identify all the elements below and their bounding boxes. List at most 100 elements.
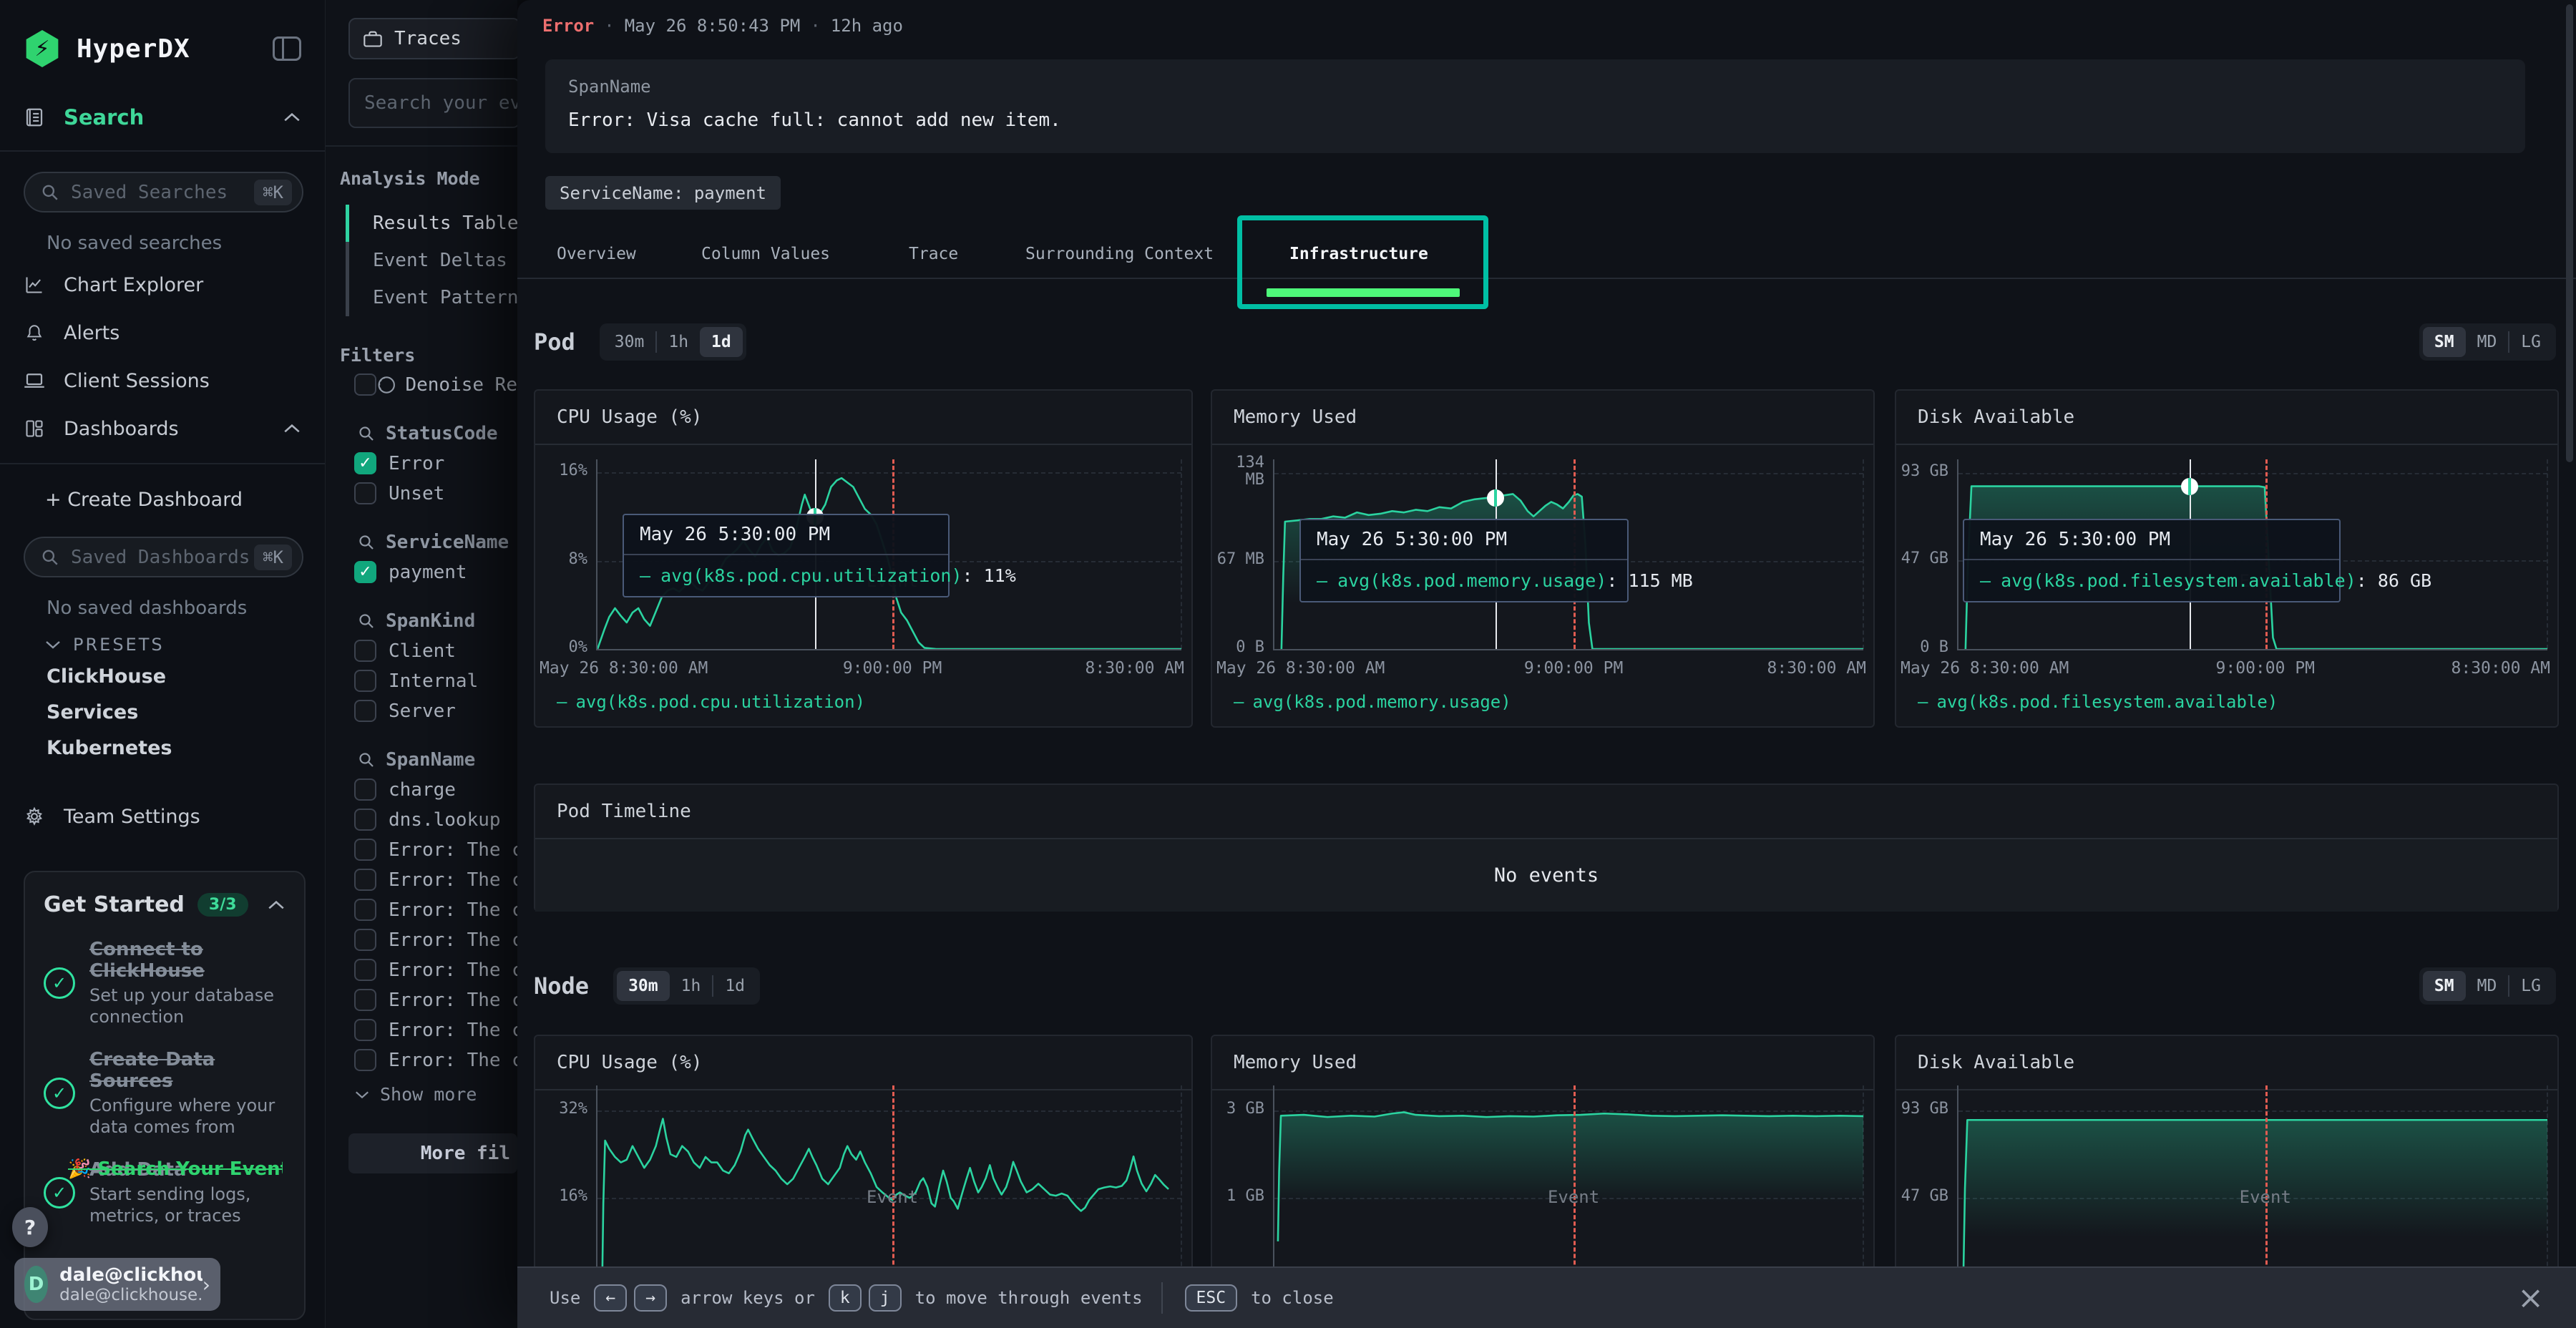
preset-kubernetes[interactable]: Kubernetes — [47, 733, 325, 762]
segment-30m[interactable]: 30m — [617, 971, 670, 1001]
k-key[interactable]: k — [829, 1284, 862, 1312]
filter-option[interactable]: Internal — [354, 670, 517, 692]
checkbox[interactable] — [354, 929, 376, 951]
checkbox[interactable] — [354, 899, 376, 921]
denoise-filter[interactable]: Denoise Re — [354, 374, 517, 396]
checkbox[interactable] — [354, 374, 376, 396]
show-more-button[interactable]: Show more — [354, 1084, 517, 1105]
filter-option[interactable]: Error: The cr — [354, 959, 517, 981]
filter-option[interactable]: Client — [354, 640, 517, 662]
checkbox[interactable] — [354, 700, 376, 722]
filter-option[interactable]: ✓Error — [354, 452, 517, 474]
analysis-mode-event-deltas[interactable]: Event Deltas — [346, 242, 517, 279]
j-key[interactable]: j — [869, 1284, 902, 1312]
get-started-item-title: Connect to ClickHouse — [89, 939, 279, 982]
sidebar-item-label: Dashboards — [64, 418, 179, 440]
checkbox[interactable] — [354, 809, 376, 831]
get-started-partial-item[interactable]: 🎉 Search Your Events — [68, 1158, 283, 1180]
more-filters-button[interactable]: More fil — [348, 1133, 517, 1173]
analysis-mode-results-table[interactable]: Results Table — [346, 205, 517, 242]
sidebar-item-alerts[interactable]: Alerts — [0, 316, 325, 350]
tab-infrastructure[interactable]: Infrastructure — [1289, 245, 1428, 263]
checkbox[interactable] — [354, 869, 376, 891]
analysis-mode-event-patterns[interactable]: Event Patterns — [346, 279, 517, 316]
segment-1h[interactable]: 1h — [670, 971, 713, 1001]
filter-option[interactable]: Error: The cr — [354, 1019, 517, 1041]
get-started-item[interactable]: ✓Create Data SourcesConfigure where your… — [44, 1049, 286, 1138]
filter-option[interactable]: dns.lookup — [354, 809, 517, 831]
tab-column-values[interactable]: Column Values — [701, 245, 830, 263]
source-select[interactable]: Traces — [348, 18, 517, 59]
sidebar-item-chart-explorer[interactable]: Chart Explorer — [0, 268, 325, 302]
tooltip-timestamp: May 26 5:30:00 PM — [1301, 520, 1627, 560]
tab-overview[interactable]: Overview — [557, 245, 636, 263]
filter-option[interactable]: Error: The cr — [354, 1049, 517, 1071]
filter-option[interactable]: Error: The cr — [354, 899, 517, 921]
tab-surrounding-context[interactable]: Surrounding Context — [1025, 245, 1214, 263]
hint-use-text: Use — [550, 1288, 580, 1308]
segment-sm[interactable]: SM — [2423, 971, 2466, 1001]
tab-trace[interactable]: Trace — [909, 245, 958, 263]
tooltip-series-name: avg(k8s.pod.cpu.utilization) — [660, 565, 962, 586]
checkbox[interactable]: ✓ — [354, 561, 376, 583]
arrow-right-key[interactable]: → — [634, 1284, 667, 1312]
preset-services[interactable]: Services — [47, 698, 325, 726]
checkbox[interactable] — [354, 640, 376, 662]
tooltip-timestamp: May 26 5:30:00 PM — [624, 515, 948, 555]
sidebar-item-team-settings[interactable]: Team Settings — [0, 799, 325, 834]
checkbox[interactable] — [354, 959, 376, 981]
filter-option[interactable]: Error: The cr — [354, 929, 517, 951]
segment-1d[interactable]: 1d — [713, 971, 756, 1001]
saved-dashboards-input[interactable]: Saved Dashboards ⌘K — [24, 537, 303, 577]
segment-md[interactable]: MD — [2466, 327, 2509, 357]
x-axis-tick-label: 8:30:00 AM — [2451, 659, 2550, 678]
filter-option[interactable]: Error: The cr — [354, 839, 517, 861]
segment-1h[interactable]: 1h — [657, 327, 700, 357]
checkbox[interactable] — [354, 778, 376, 801]
esc-key[interactable]: ESC — [1185, 1284, 1238, 1312]
checkbox[interactable] — [354, 839, 376, 861]
filter-option[interactable]: Error: The cr — [354, 989, 517, 1011]
sidebar-item-label: Client Sessions — [64, 370, 210, 392]
sidebar-item-client-sessions[interactable]: Client Sessions — [0, 363, 325, 398]
analysis-mode-list: Results TableEvent DeltasEvent Patterns — [346, 205, 517, 316]
filter-option[interactable]: ✓payment — [354, 561, 517, 583]
saved-searches-input[interactable]: Saved Searches ⌘K — [24, 172, 303, 213]
checkbox[interactable] — [354, 1049, 376, 1071]
checkbox[interactable] — [354, 482, 376, 504]
y-axis-tick-label: 47 GB — [1901, 1188, 1948, 1205]
preset-clickhouse[interactable]: ClickHouse — [47, 662, 325, 690]
presets-toggle[interactable]: PRESETS — [44, 635, 325, 655]
pod-title: Pod — [534, 328, 575, 356]
sidebar-item-dashboards[interactable]: Dashboards — [0, 411, 325, 446]
events-search-input[interactable]: Search your ev — [348, 78, 517, 128]
filter-option[interactable]: Unset — [354, 482, 517, 504]
sidebar-collapse-icon[interactable] — [273, 36, 301, 61]
filter-option[interactable]: charge — [354, 778, 517, 801]
create-dashboard-button[interactable]: + Create Dashboard — [0, 482, 325, 517]
filter-option[interactable]: Server — [354, 700, 517, 722]
get-started-item[interactable]: ✓Connect to ClickHouseSet up your databa… — [44, 939, 286, 1027]
checkbox[interactable] — [354, 670, 376, 692]
hover-point-marker — [2181, 478, 2198, 495]
chevron-up-icon[interactable] — [267, 899, 286, 911]
arrow-left-key[interactable]: ← — [594, 1284, 627, 1312]
user-account-chip[interactable]: D dale@clickhouse.com dale@clickhouse.co… — [14, 1258, 220, 1311]
scrollbar-thumb[interactable] — [2566, 4, 2573, 462]
tabs-divider — [517, 278, 2576, 279]
segment-1d[interactable]: 1d — [700, 327, 743, 357]
sidebar-item-search[interactable]: Search — [0, 100, 325, 135]
segment-lg[interactable]: LG — [2509, 327, 2552, 357]
segment-lg[interactable]: LG — [2509, 971, 2552, 1001]
segment-30m[interactable]: 30m — [603, 327, 656, 357]
checkbox[interactable]: ✓ — [354, 452, 376, 474]
checkbox[interactable] — [354, 989, 376, 1011]
cmd-k-shortcut: ⌘K — [254, 180, 292, 205]
filter-option[interactable]: Error: The cr — [354, 869, 517, 891]
help-button[interactable]: ? — [12, 1207, 48, 1247]
service-name-tag[interactable]: ServiceName: payment — [545, 176, 781, 210]
checkbox[interactable] — [354, 1019, 376, 1041]
segment-md[interactable]: MD — [2466, 971, 2509, 1001]
segment-sm[interactable]: SM — [2423, 327, 2466, 357]
close-icon[interactable]: × — [2517, 1280, 2544, 1317]
